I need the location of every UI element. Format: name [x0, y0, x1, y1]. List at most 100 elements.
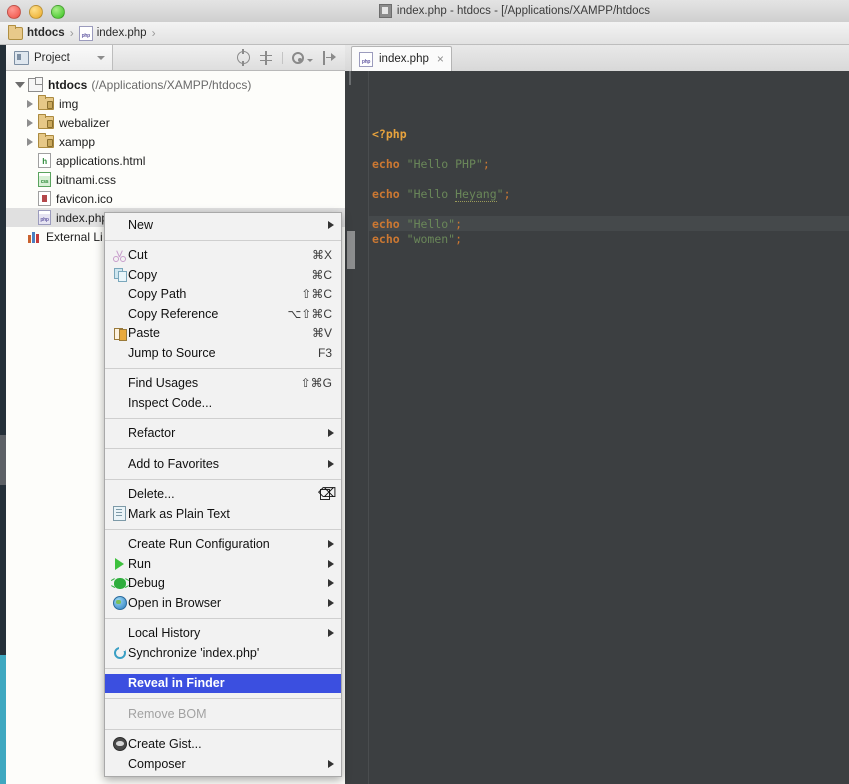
menu-shortcut: ⌘X — [311, 248, 332, 263]
tab-project[interactable]: Project — [6, 45, 113, 70]
menu-shortcut: ⇧⌘C — [301, 287, 332, 302]
tree-label: favicon.ico — [56, 191, 113, 206]
tree-row-applications-html[interactable]: applications.html — [6, 151, 345, 170]
editor-gutter[interactable] — [345, 71, 369, 784]
tree-row-webalizer[interactable]: webalizer — [6, 113, 345, 132]
title-bar: index.php - htdocs - [/Applications/XAMP… — [0, 0, 849, 23]
chevron-down-icon[interactable] — [96, 55, 105, 60]
editor-tab-strip: index.php × — [345, 45, 849, 72]
breadcrumb-separator: › — [69, 26, 74, 40]
menu-group-file-ops: Delete... Mark as Plain Text — [105, 483, 341, 526]
menu-item-inspect-code[interactable]: Inspect Code... — [105, 393, 341, 413]
menu-label: Refactor — [128, 426, 176, 441]
hide-panel-icon[interactable] — [322, 50, 336, 65]
menu-item-jump-to-source[interactable]: Jump to Source F3 — [105, 343, 341, 363]
menu-group-clipboard: Cut ⌘X Copy ⌘C Copy Path ⇧⌘C Copy Refere… — [105, 244, 341, 365]
menu-label: Debug — [128, 576, 165, 591]
tree-label: External Li — [46, 229, 103, 244]
tree-row-xampp[interactable]: xampp — [6, 132, 345, 151]
menu-item-composer[interactable]: Composer — [105, 754, 341, 774]
menu-item-local-history[interactable]: Local History — [105, 624, 341, 644]
menu-item-copy[interactable]: Copy ⌘C — [105, 265, 341, 285]
menu-group-refactor: Refactor — [105, 422, 341, 446]
css-file-icon — [38, 172, 51, 187]
breadcrumb-label: htdocs — [27, 27, 65, 39]
menu-item-add-to-favorites[interactable]: Add to Favorites — [105, 454, 341, 474]
menu-item-delete[interactable]: Delete... — [105, 485, 341, 505]
php-file-icon — [78, 25, 93, 41]
menu-item-create-gist[interactable]: Create Gist... — [105, 735, 341, 755]
code-line-1: <?php — [372, 127, 407, 141]
ico-file-icon — [38, 191, 51, 206]
editor-area: index.php × <?php echo "Hello PHP"; echo… — [345, 45, 849, 784]
editor-code-area[interactable]: <?php echo "Hello PHP"; echo "Hello Heya… — [369, 71, 849, 784]
menu-label: Mark as Plain Text — [128, 506, 230, 521]
menu-label: Copy Reference — [128, 306, 219, 321]
menu-label: Find Usages — [128, 376, 199, 391]
menu-item-reveal-in-finder[interactable]: Reveal in Finder — [105, 673, 341, 693]
menu-label: Delete... — [128, 487, 175, 502]
menu-item-refactor[interactable]: Refactor — [105, 424, 341, 444]
menu-separator — [105, 478, 341, 480]
breadcrumb: htdocs › index.php › — [0, 22, 849, 45]
context-menu[interactable]: New Cut ⌘X Copy ⌘C Copy Path ⇧⌘C Copy Re… — [104, 212, 342, 777]
tree-row-favicon-ico[interactable]: favicon.ico — [6, 189, 345, 208]
menu-item-run[interactable]: Run — [105, 554, 341, 574]
toolbar-divider — [282, 51, 283, 64]
tree-row-img[interactable]: img — [6, 94, 345, 113]
submenu-arrow-icon — [328, 429, 334, 438]
gear-dropdown-icon[interactable] — [307, 58, 313, 62]
menu-item-paste[interactable]: Paste ⌘V — [105, 324, 341, 344]
menu-item-create-run-configuration[interactable]: Create Run Configuration — [105, 535, 341, 555]
tree-row-htdocs[interactable]: htdocs (/Applications/XAMPP/htdocs) — [6, 75, 345, 94]
twisty-collapsed-icon[interactable] — [22, 99, 38, 108]
breadcrumb-item-index-php[interactable]: index.php — [78, 25, 147, 41]
menu-group-analyze: Find Usages ⇧⌘G Inspect Code... — [105, 372, 341, 415]
menu-group-run: Create Run Configuration Run Debug Open … — [105, 533, 341, 615]
menu-item-debug[interactable]: Debug — [105, 574, 341, 594]
menu-separator — [105, 667, 341, 669]
menu-group-vcs: Local History Synchronize 'index.php' — [105, 622, 341, 665]
menu-label: Create Run Configuration — [128, 537, 270, 552]
menu-item-copy-reference[interactable]: Copy Reference ⌥⇧⌘C — [105, 304, 341, 324]
twisty-collapsed-icon[interactable] — [22, 118, 38, 127]
menu-group-reveal: Reveal in Finder — [105, 672, 341, 696]
tree-label: webalizer — [59, 115, 110, 130]
menu-group-new: New — [105, 213, 341, 237]
paste-icon — [111, 327, 128, 341]
menu-item-open-in-browser[interactable]: Open in Browser — [105, 593, 341, 613]
tree-row-bitnami-css[interactable]: bitnami.css — [6, 170, 345, 189]
sync-icon — [111, 646, 128, 659]
twisty-collapsed-icon[interactable] — [22, 137, 38, 146]
menu-item-mark-as-plain-text[interactable]: Mark as Plain Text — [105, 504, 341, 524]
settings-gear-icon[interactable] — [292, 51, 304, 64]
menu-item-copy-path[interactable]: Copy Path ⇧⌘C — [105, 285, 341, 305]
menu-item-find-usages[interactable]: Find Usages ⇧⌘G — [105, 374, 341, 394]
menu-group-favorites: Add to Favorites — [105, 452, 341, 476]
menu-label: Synchronize 'index.php' — [128, 645, 260, 660]
collapse-all-icon[interactable] — [259, 50, 273, 65]
menu-item-synchronize[interactable]: Synchronize 'index.php' — [105, 643, 341, 663]
tree-label: htdocs — [48, 77, 88, 92]
menu-item-new[interactable]: New — [105, 215, 341, 235]
tree-path: (/Applications/XAMPP/htdocs) — [91, 77, 252, 92]
breadcrumb-item-htdocs[interactable]: htdocs — [8, 24, 65, 40]
menu-label: Copy — [128, 267, 158, 282]
menu-item-cut[interactable]: Cut ⌘X — [105, 246, 341, 266]
editor-tab-index-php[interactable]: index.php × — [351, 46, 452, 71]
folder-locked-icon — [38, 95, 54, 110]
menu-group-tools: Create Gist... Composer — [105, 733, 341, 776]
locate-icon[interactable] — [237, 49, 250, 66]
submenu-arrow-icon — [328, 559, 334, 568]
twisty-expanded-icon[interactable] — [12, 81, 28, 88]
php-file-icon — [38, 210, 51, 225]
menu-item-remove-bom: Remove BOM — [105, 704, 341, 724]
menu-shortcut: ⌘C — [311, 267, 332, 282]
menu-shortcut: ⌥⇧⌘C — [287, 306, 332, 321]
window-title: index.php - htdocs - [/Applications/XAMP… — [0, 0, 849, 22]
copy-icon — [111, 268, 128, 283]
menu-separator — [105, 698, 341, 699]
menu-separator — [105, 728, 341, 730]
editor-scroll-thumb[interactable] — [347, 231, 355, 269]
close-tab-icon[interactable]: × — [437, 52, 444, 66]
